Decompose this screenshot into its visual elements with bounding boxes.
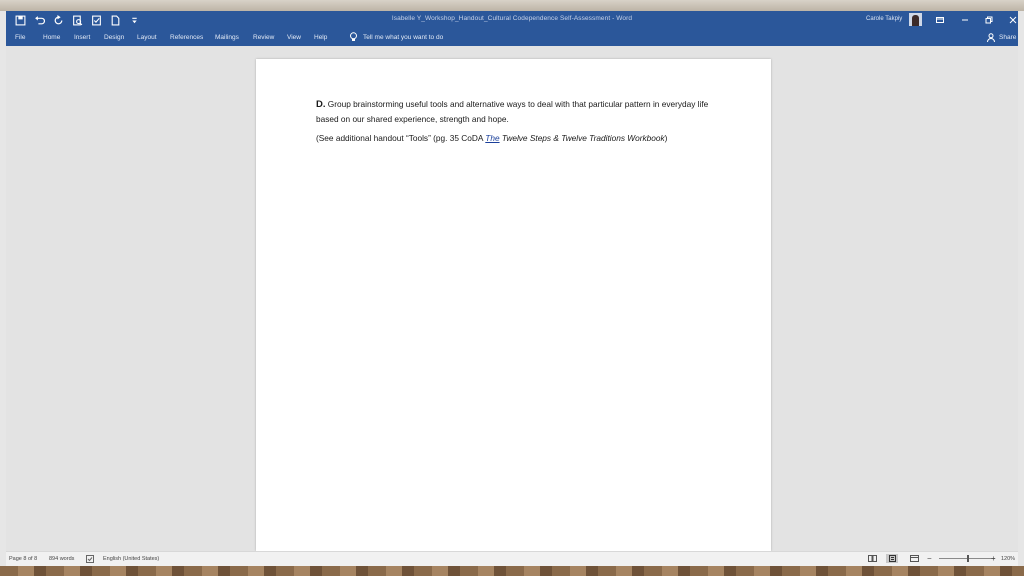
- tab-view[interactable]: View: [287, 34, 301, 41]
- tab-insert[interactable]: Insert: [74, 34, 90, 41]
- title-bar: Isabelle Y_Workshop_Handout_Cultural Cod…: [6, 11, 1018, 30]
- status-bar: Page 8 of 8 894 words English (United St…: [6, 551, 1018, 566]
- paragraph-see-handout[interactable]: (See additional handout “Tools” (pg. 35 …: [316, 131, 716, 145]
- page-count[interactable]: Page 8 of 8: [9, 556, 37, 562]
- zoom-in-button[interactable]: +: [991, 554, 996, 563]
- desktop-top-strip: [0, 0, 1024, 11]
- desktop-bottom-strip: [0, 566, 1024, 576]
- lightbulb-icon: [350, 32, 357, 41]
- paragraph-text: (See additional handout “Tools” (pg. 35 …: [316, 133, 486, 143]
- language[interactable]: English (United States): [103, 556, 159, 562]
- restore-icon[interactable]: [982, 14, 996, 26]
- avatar[interactable]: [909, 13, 922, 26]
- zoom-slider-thumb[interactable]: [967, 555, 969, 562]
- read-mode-icon[interactable]: [866, 554, 878, 563]
- ribbon-display-icon[interactable]: [933, 14, 947, 26]
- tab-review[interactable]: Review: [253, 34, 274, 41]
- paragraph-end: ): [664, 133, 668, 143]
- tab-mailings[interactable]: Mailings: [215, 34, 239, 41]
- tell-me-label: Tell me what you want to do: [363, 33, 444, 41]
- tab-file[interactable]: File: [15, 34, 25, 41]
- ribbon-tabs: File Home Insert Design Layout Reference…: [6, 30, 1018, 46]
- share-label: Share: [999, 34, 1017, 41]
- tab-references[interactable]: References: [170, 34, 203, 41]
- zoom-level[interactable]: 120%: [1001, 556, 1015, 562]
- book-title: Twelve Steps & Twelve Traditions Workboo…: [499, 133, 665, 143]
- print-layout-icon[interactable]: [886, 554, 898, 563]
- hyperlink-the[interactable]: The: [485, 133, 499, 143]
- paragraph-text: Group brainstorming useful tools and alt…: [316, 99, 709, 124]
- document-page[interactable]: D. Group brainstorming useful tools and …: [256, 59, 771, 551]
- user-name[interactable]: Carole Takpiy: [866, 16, 902, 22]
- minimize-icon[interactable]: [958, 14, 972, 26]
- tab-help[interactable]: Help: [314, 34, 327, 41]
- tab-home[interactable]: Home: [43, 34, 60, 41]
- web-layout-icon[interactable]: [908, 554, 920, 563]
- person-icon: [987, 33, 995, 42]
- word-count[interactable]: 894 words: [49, 556, 74, 562]
- zoom-out-button[interactable]: −: [927, 554, 932, 563]
- paragraph-d[interactable]: D. Group brainstorming useful tools and …: [316, 97, 716, 126]
- close-icon[interactable]: [1006, 14, 1020, 26]
- tell-me-search[interactable]: Tell me what you want to do: [349, 32, 443, 42]
- share-button[interactable]: Share: [987, 33, 1016, 42]
- paragraph-lead: D.: [316, 99, 326, 110]
- tab-layout[interactable]: Layout: [137, 34, 157, 41]
- proofing-icon[interactable]: [86, 555, 94, 563]
- tab-design[interactable]: Design: [104, 34, 124, 41]
